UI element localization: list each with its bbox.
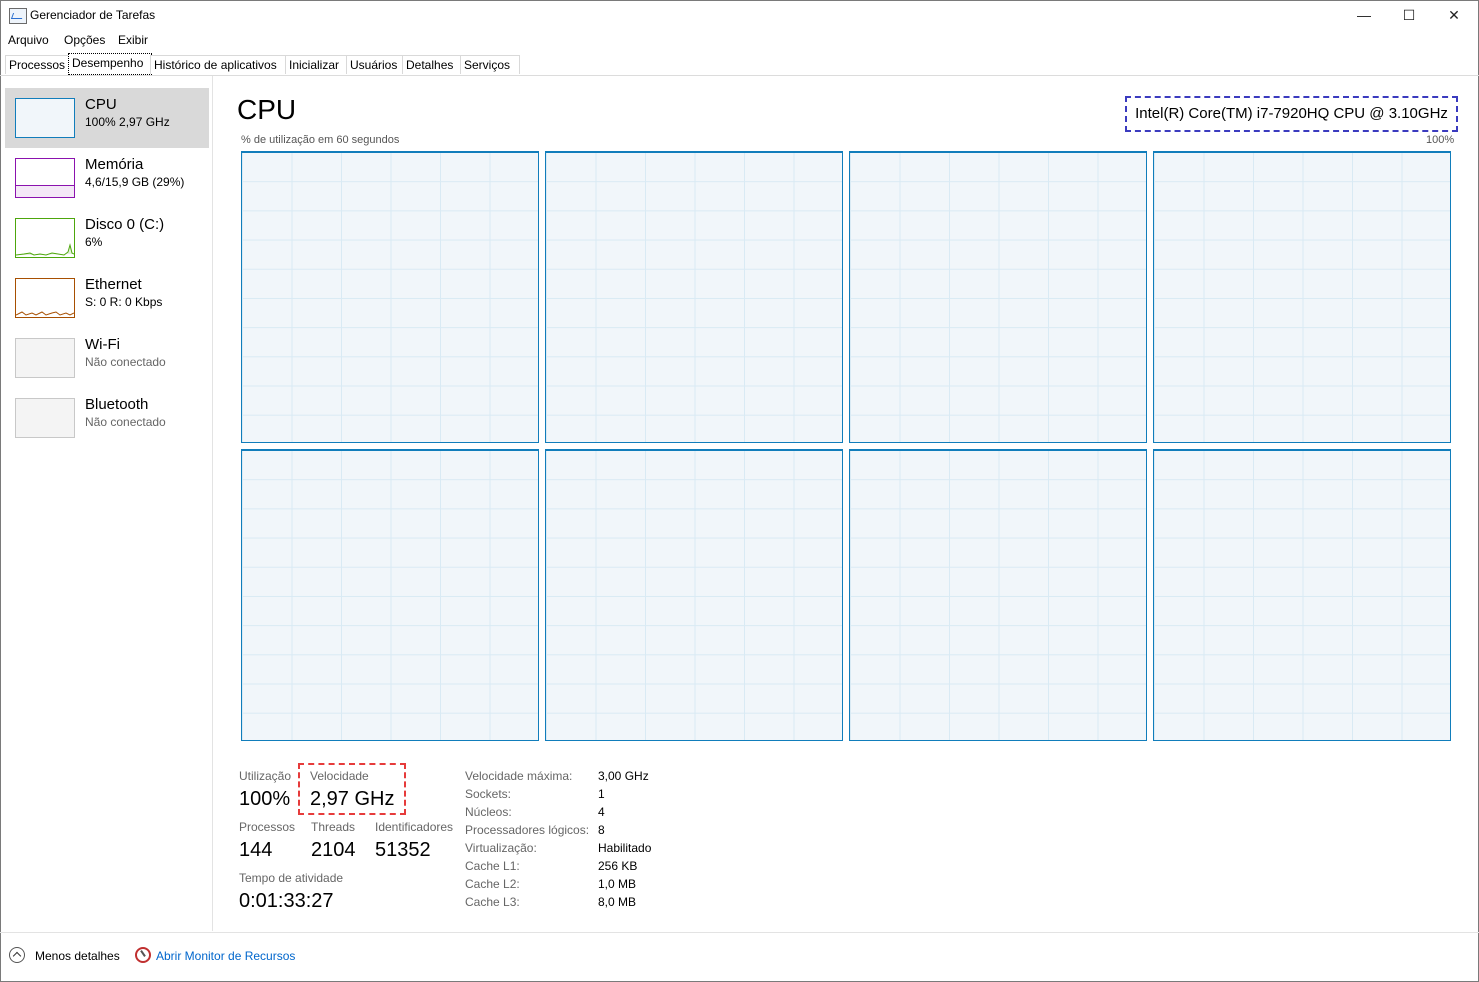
cpu-usage-line xyxy=(242,152,538,153)
cpu-core-graph xyxy=(241,449,539,741)
cpu-usage-line xyxy=(1154,152,1450,153)
sidebar-item-label: Memória xyxy=(85,156,144,173)
processes-value: 144 xyxy=(239,839,273,861)
title-bar[interactable] xyxy=(1,1,1478,31)
minimize-button[interactable]: — xyxy=(1341,1,1387,30)
page-title: CPU xyxy=(237,94,297,125)
cpu-core-graph xyxy=(1153,449,1451,741)
graph-max-label: 100% xyxy=(1426,134,1455,146)
detail-value: 3,00 GHz xyxy=(598,769,649,783)
sidebar-divider xyxy=(212,76,213,931)
threads-value: 2104 xyxy=(311,839,356,861)
sidebar-item-memoria[interactable]: Memória 4,6/15,9 GB (29%) xyxy=(5,148,209,208)
handles-value: 51352 xyxy=(375,839,431,861)
sidebar-item-wifi[interactable]: Wi-Fi Não conectado xyxy=(5,328,209,388)
sidebar-item-disco[interactable]: Disco 0 (C:) 6% xyxy=(5,208,209,268)
sidebar-item-bluetooth[interactable]: Bluetooth Não conectado xyxy=(5,388,209,448)
detail-value: 8,0 MB xyxy=(598,895,637,909)
sidebar-item-sub: 6% xyxy=(85,235,103,249)
detail-key: Velocidade máxima: xyxy=(465,769,573,783)
ethernet-thumbnail xyxy=(15,278,75,318)
tab-detalhes[interactable]: Detalhes xyxy=(402,55,464,74)
cpu-core-graph xyxy=(545,151,843,443)
sidebar-item-label: Ethernet xyxy=(85,276,142,293)
less-details-button[interactable]: Menos detalhes xyxy=(35,949,120,963)
sidebar-item-sub: 4,6/15,9 GB (29%) xyxy=(85,175,185,189)
detail-key: Cache L3: xyxy=(465,895,520,909)
tab-divider xyxy=(0,75,1479,76)
sidebar-item-cpu[interactable]: CPU 100% 2,97 GHz xyxy=(5,88,209,148)
memory-thumbnail xyxy=(15,158,75,198)
menu-opcoes[interactable]: Opções xyxy=(64,33,105,47)
detail-key: Cache L1: xyxy=(465,859,520,873)
resource-monitor-link[interactable]: Abrir Monitor de Recursos xyxy=(156,949,295,963)
speed-value: 2,97 GHz xyxy=(310,788,395,810)
detail-value: 8 xyxy=(598,823,605,837)
cpu-usage-line xyxy=(242,450,538,451)
cpu-usage-line xyxy=(546,152,842,153)
cpu-core-graph xyxy=(849,151,1147,443)
tab-inicializar[interactable]: Inicializar xyxy=(285,55,352,74)
graph-caption: % de utilização em 60 segundos xyxy=(241,134,400,146)
cpu-usage-line xyxy=(850,450,1146,451)
detail-key: Núcleos: xyxy=(465,805,512,819)
sidebar-item-label: CPU xyxy=(85,96,117,113)
sidebar-item-label: Wi-Fi xyxy=(85,336,120,353)
uptime-label: Tempo de atividade xyxy=(239,871,344,885)
detail-key: Cache L2: xyxy=(465,877,520,891)
sidebar-item-sub: Não conectado xyxy=(85,415,166,429)
detail-value: 1,0 MB xyxy=(598,877,637,891)
cpu-usage-line xyxy=(1154,450,1450,451)
sidebar-item-sub: Não conectado xyxy=(85,355,166,369)
tab-processos[interactable]: Processos xyxy=(5,55,69,74)
tab-historico[interactable]: Histórico de aplicativos xyxy=(150,55,288,74)
sidebar-item-sub: S: 0 R: 0 Kbps xyxy=(85,295,163,309)
detail-key: Virtualização: xyxy=(465,841,537,855)
disk-thumbnail xyxy=(15,218,75,258)
cpu-thumbnail xyxy=(15,98,75,138)
detail-value: 4 xyxy=(598,805,605,819)
close-button[interactable]: ✕ xyxy=(1431,1,1477,30)
chevron-up-icon[interactable] xyxy=(9,947,25,963)
tab-desempenho[interactable]: Desempenho xyxy=(68,53,152,75)
speed-label: Velocidade xyxy=(310,769,369,783)
cpu-core-graph xyxy=(545,449,843,741)
menu-arquivo[interactable]: Arquivo xyxy=(8,33,49,47)
sidebar-item-ethernet[interactable]: Ethernet S: 0 R: 0 Kbps xyxy=(5,268,209,328)
utilization-value: 100% xyxy=(239,788,291,810)
processes-label: Processos xyxy=(239,820,296,834)
tab-usuarios[interactable]: Usuários xyxy=(346,55,406,74)
detail-value: 256 KB xyxy=(598,859,638,873)
sidebar-item-sub: 100% 2,97 GHz xyxy=(85,115,170,129)
threads-label: Threads xyxy=(311,820,356,834)
cpu-core-graph xyxy=(241,151,539,443)
footer-divider xyxy=(0,932,1479,933)
sidebar-item-label: Disco 0 (C:) xyxy=(85,216,165,233)
cpu-core-graph xyxy=(849,449,1147,741)
detail-key: Sockets: xyxy=(465,787,512,801)
menu-exibir[interactable]: Exibir xyxy=(118,33,148,47)
utilization-label: Utilização xyxy=(239,769,292,783)
detail-value: 1 xyxy=(598,787,605,801)
resource-monitor-icon[interactable] xyxy=(135,947,151,963)
bluetooth-thumbnail xyxy=(15,398,75,438)
wifi-thumbnail xyxy=(15,338,75,378)
handles-label: Identificadores xyxy=(375,820,454,834)
maximize-button[interactable]: ☐ xyxy=(1386,1,1432,30)
window-title: Gerenciador de Tarefas xyxy=(30,8,156,22)
detail-value: Habilitado xyxy=(598,841,652,855)
cpu-usage-line xyxy=(546,450,842,451)
sidebar-item-label: Bluetooth xyxy=(85,396,149,413)
cpu-usage-line xyxy=(850,152,1146,153)
uptime-value: 0:01:33:27 xyxy=(239,890,334,912)
task-manager-icon xyxy=(9,8,27,24)
detail-key: Processadores lógicos: xyxy=(465,823,590,837)
cpu-core-graph xyxy=(1153,151,1451,443)
tab-servicos[interactable]: Serviços xyxy=(460,55,520,74)
cpu-model-name: Intel(R) Core(TM) i7-7920HQ CPU @ 3.10GH… xyxy=(1125,96,1458,132)
